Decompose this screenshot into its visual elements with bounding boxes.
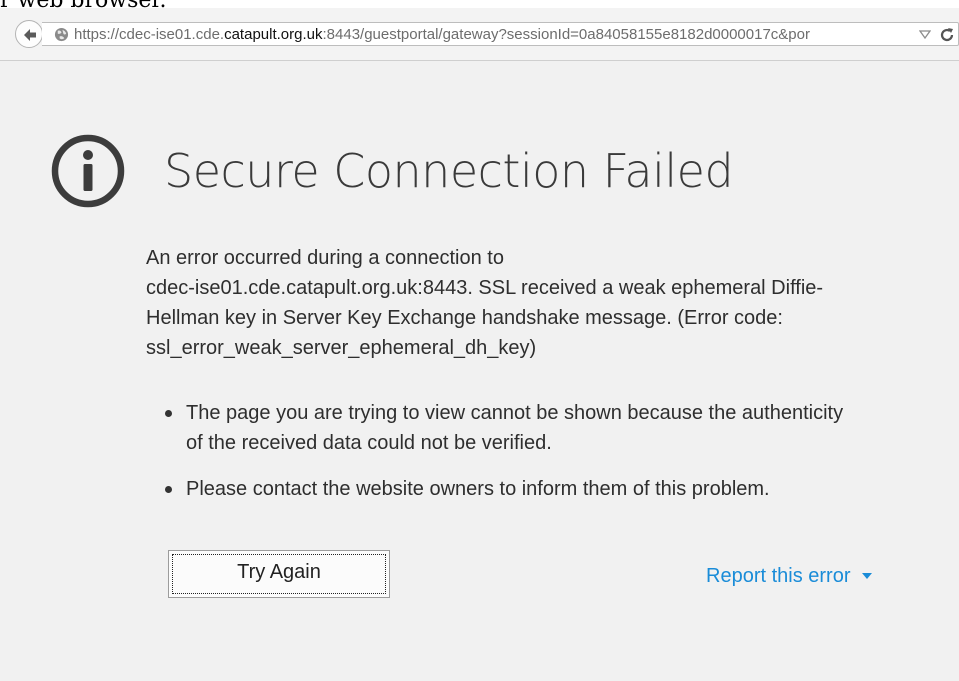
url-bar[interactable]: https://cdec-ise01.cde.catapult.org.uk:8… [42,22,959,46]
bullet-dot-icon [165,410,172,417]
error-bullet-list: The page you are trying to view cannot b… [165,398,843,504]
browser-toolbar: https://cdec-ise01.cde.catapult.org.uk:8… [0,8,959,61]
list-item: The page you are trying to view cannot b… [165,398,843,458]
chevron-down-icon [862,573,873,580]
url-text: https://cdec-ise01.cde.catapult.org.uk:8… [74,26,894,43]
url-prefix: https://cdec-ise01.cde. [74,26,225,43]
back-button[interactable] [15,20,43,48]
list-item-line: Please contact the website owners to inf… [186,478,770,500]
list-item: Please contact the website owners to inf… [165,474,843,504]
error-message-line: Hellman key in Server Key Exchange hands… [146,307,783,329]
error-message-line: cdec-ise01.cde.catapult.org.uk:8443. SSL… [146,277,824,299]
back-arrow-icon [24,29,36,41]
error-message-line: ssl_error_weak_server_ephemeral_dh_key) [146,337,537,359]
globe-icon [54,27,69,42]
report-error-label: Report this error [706,565,851,587]
page-title: Secure Connection Failed [164,144,734,198]
url-suffix: :8443/guestportal/gateway?sessionId=0a84… [322,26,811,43]
dropdown-triangle-icon[interactable] [919,30,931,39]
info-icon [51,134,125,208]
reload-icon[interactable] [939,27,955,43]
list-item-line: of the received data could not be verifi… [186,432,552,454]
bullet-dot-icon [165,486,172,493]
list-item-line: The page you are trying to view cannot b… [186,402,844,424]
report-error-link[interactable]: Report this error [706,565,873,588]
url-host: catapult.org.uk [224,26,323,43]
error-message: An error occurred during a connection to… [146,243,926,363]
try-again-button[interactable]: Try Again [168,550,390,598]
try-again-label: Try Again [172,554,386,594]
error-message-line: An error occurred during a connection to [146,247,504,269]
